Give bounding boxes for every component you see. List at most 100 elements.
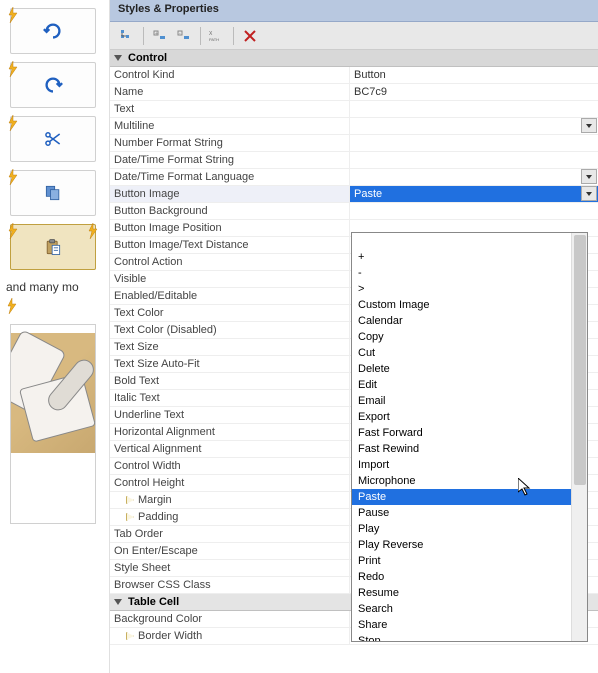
property-value[interactable] bbox=[350, 152, 598, 168]
property-label: Button Image/Text Distance bbox=[110, 237, 350, 253]
dropdown-item[interactable]: Play bbox=[352, 521, 587, 537]
dropdown-item[interactable]: Print bbox=[352, 553, 587, 569]
panel-title: Styles & Properties bbox=[110, 0, 598, 22]
dropdown-item[interactable]: > bbox=[352, 281, 587, 297]
dropdown-item[interactable]: Import bbox=[352, 457, 587, 473]
dropdown-item[interactable]: Copy bbox=[352, 329, 587, 345]
dropdown-item[interactable]: Share bbox=[352, 617, 587, 633]
property-label: Multiline bbox=[110, 118, 350, 134]
property-label: Margin bbox=[110, 492, 350, 508]
property-row[interactable]: Number Format String bbox=[110, 135, 598, 152]
property-label: Text Size Auto-Fit bbox=[110, 356, 350, 372]
dropdown-item[interactable]: Export bbox=[352, 409, 587, 425]
dropdown-item[interactable]: Stop bbox=[352, 633, 587, 642]
property-row[interactable]: Date/Time Format Language bbox=[110, 169, 598, 186]
dropdown-item[interactable]: Pause bbox=[352, 505, 587, 521]
redo-icon bbox=[41, 73, 65, 97]
property-row[interactable]: Multiline bbox=[110, 118, 598, 135]
property-value[interactable] bbox=[350, 203, 598, 219]
property-label: Control Height bbox=[110, 475, 350, 491]
dropdown-scrollbar[interactable] bbox=[571, 233, 587, 641]
property-label: On Enter/Escape bbox=[110, 543, 350, 559]
property-label: Date/Time Format Language bbox=[110, 169, 350, 185]
bolt-icon bbox=[7, 169, 19, 185]
property-value[interactable] bbox=[350, 118, 598, 134]
property-value[interactable] bbox=[350, 135, 598, 151]
dropdown-item[interactable]: Fast Forward bbox=[352, 425, 587, 441]
svg-text:PATH: PATH bbox=[209, 37, 219, 42]
paste-icon bbox=[41, 235, 65, 259]
tool-redo-button[interactable] bbox=[10, 62, 96, 108]
property-row[interactable]: Text bbox=[110, 101, 598, 118]
property-label: Button Image Position bbox=[110, 220, 350, 236]
property-row[interactable]: Date/Time Format String bbox=[110, 152, 598, 169]
dropdown-item[interactable]: Resume bbox=[352, 585, 587, 601]
dropdown-item[interactable]: Play Reverse bbox=[352, 537, 587, 553]
dropdown-item[interactable]: Email bbox=[352, 393, 587, 409]
property-label: Border Width bbox=[110, 628, 350, 644]
property-label: Text Color bbox=[110, 305, 350, 321]
property-label: Button Background bbox=[110, 203, 350, 219]
property-row[interactable]: Button ImagePaste bbox=[110, 186, 598, 203]
dropdown-toggle-icon[interactable] bbox=[581, 118, 597, 133]
toolbar-expand-button[interactable]: + bbox=[149, 25, 171, 47]
property-value[interactable] bbox=[350, 101, 598, 117]
property-row[interactable]: Control KindButton bbox=[110, 67, 598, 84]
dropdown-item[interactable]: Search bbox=[352, 601, 587, 617]
tool-copy-button[interactable] bbox=[10, 170, 96, 216]
bolt-icon bbox=[87, 223, 99, 239]
dropdown-item[interactable]: Paste bbox=[352, 489, 587, 505]
dropdown-item[interactable]: Delete bbox=[352, 361, 587, 377]
dropdown-item[interactable]: Fast Rewind bbox=[352, 441, 587, 457]
toolbar-collapse-button[interactable]: - bbox=[173, 25, 195, 47]
property-label: Browser CSS Class bbox=[110, 577, 350, 593]
property-label: Control Kind bbox=[110, 67, 350, 83]
property-row[interactable]: NameBC7c9 bbox=[110, 84, 598, 101]
svg-text:+: + bbox=[155, 31, 158, 37]
dropdown-toggle-icon[interactable] bbox=[581, 169, 597, 184]
dropdown-item[interactable]: + bbox=[352, 249, 587, 265]
property-label: Text Size bbox=[110, 339, 350, 355]
property-row[interactable]: Button Background bbox=[110, 203, 598, 220]
property-label: Vertical Alignment bbox=[110, 441, 350, 457]
property-label: Italic Text bbox=[110, 390, 350, 406]
tool-cut-button[interactable] bbox=[10, 116, 96, 162]
property-label: Horizontal Alignment bbox=[110, 424, 350, 440]
toolbar-tree-button[interactable] bbox=[116, 25, 138, 47]
dropdown-item[interactable] bbox=[352, 233, 587, 249]
canvas-preview bbox=[10, 324, 96, 524]
dropdown-item[interactable]: - bbox=[352, 265, 587, 281]
dropdown-item[interactable]: Calendar bbox=[352, 313, 587, 329]
property-label: Control Width bbox=[110, 458, 350, 474]
toolbar-delete-button[interactable] bbox=[239, 25, 261, 47]
dropdown-item[interactable]: Edit bbox=[352, 377, 587, 393]
tool-undo-button[interactable] bbox=[10, 8, 96, 54]
property-label: Underline Text bbox=[110, 407, 350, 423]
property-label: Padding bbox=[110, 509, 350, 525]
more-tools-text: and many mo bbox=[6, 280, 103, 294]
property-label: Button Image bbox=[110, 186, 350, 202]
property-label: Bold Text bbox=[110, 373, 350, 389]
property-label: Tab Order bbox=[110, 526, 350, 542]
copy-icon bbox=[41, 181, 65, 205]
toolbar-xpath-button[interactable]: XPATH bbox=[206, 25, 228, 47]
property-label: Style Sheet bbox=[110, 560, 350, 576]
property-label: Text Color (Disabled) bbox=[110, 322, 350, 338]
tool-paste-button[interactable] bbox=[10, 224, 96, 270]
dropdown-toggle-icon[interactable] bbox=[581, 186, 597, 201]
property-value[interactable]: Button bbox=[350, 67, 598, 83]
dropdown-item[interactable]: Microphone bbox=[352, 473, 587, 489]
property-value[interactable] bbox=[350, 169, 598, 185]
property-value[interactable]: Paste bbox=[350, 186, 598, 202]
section-control[interactable]: Control bbox=[110, 50, 598, 67]
property-label: Text bbox=[110, 101, 350, 117]
bolt-icon bbox=[7, 115, 19, 131]
dropdown-item[interactable]: Cut bbox=[352, 345, 587, 361]
button-image-dropdown[interactable]: +->Custom ImageCalendarCopyCutDeleteEdit… bbox=[351, 232, 588, 642]
property-label: Control Action bbox=[110, 254, 350, 270]
dropdown-item[interactable]: Redo bbox=[352, 569, 587, 585]
property-label: Visible bbox=[110, 271, 350, 287]
dropdown-item[interactable]: Custom Image bbox=[352, 297, 587, 313]
scissors-icon bbox=[41, 127, 65, 151]
property-value[interactable]: BC7c9 bbox=[350, 84, 598, 100]
